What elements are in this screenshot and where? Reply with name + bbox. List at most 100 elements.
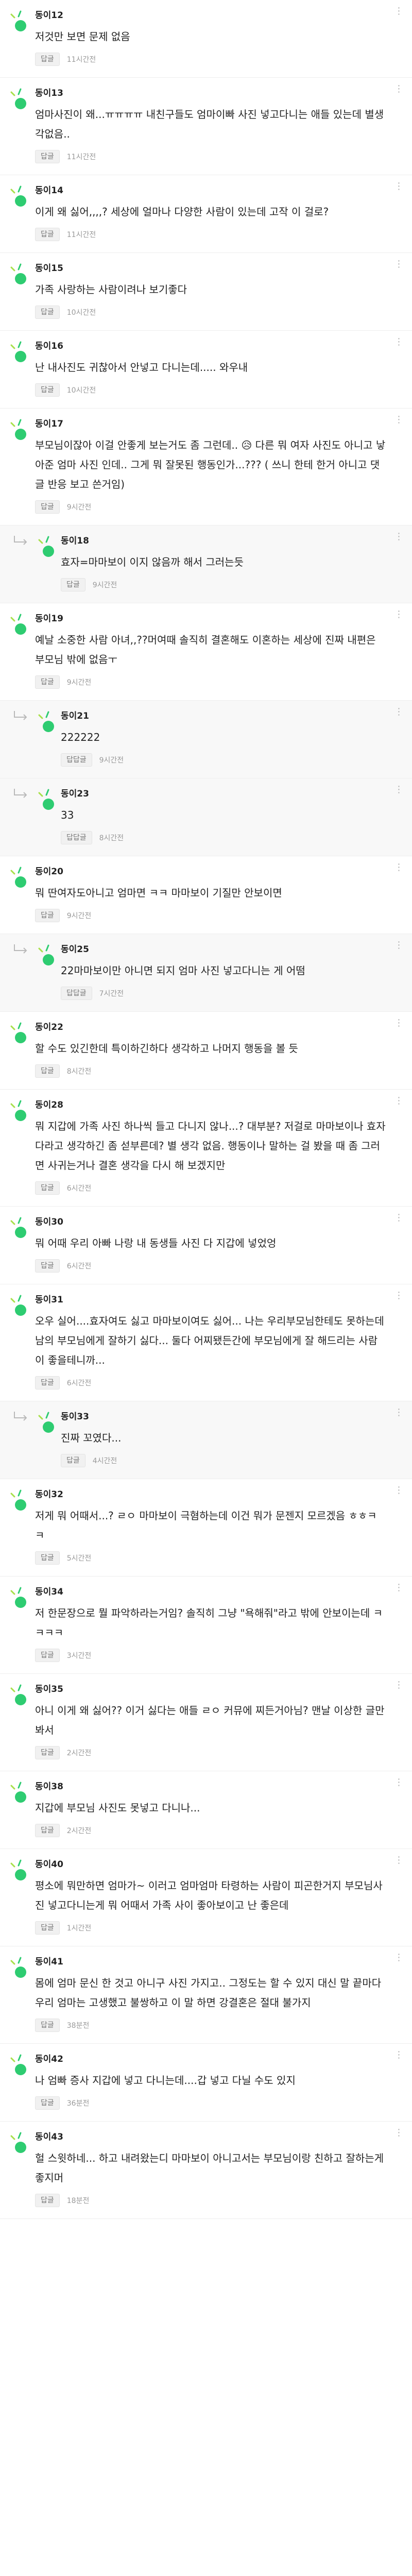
reply-comment-item: 동이23 33 답답글 8시간전 ⋮ (0, 778, 412, 856)
more-dots-icon[interactable]: ⋮ (392, 1095, 405, 1107)
more-dots-icon[interactable]: ⋮ (392, 1290, 405, 1302)
comment-meta: 답글 10시간전 (35, 383, 386, 397)
reply-button[interactable]: 답글 (35, 1259, 60, 1273)
comment-meta: 답글 36분전 (35, 2096, 386, 2110)
reply-button[interactable]: 답글 (35, 1649, 60, 1662)
comment-nickname: 동이41 (35, 1957, 63, 1967)
comment-meta: 답글 6시간전 (35, 1259, 386, 1273)
reply-button[interactable]: 답답글 (61, 753, 92, 767)
more-dots-icon[interactable]: ⋮ (392, 1406, 405, 1419)
more-dots-icon[interactable]: ⋮ (392, 706, 405, 718)
more-dots-icon[interactable]: ⋮ (392, 336, 405, 348)
comment-time: 4시간전 (92, 1457, 117, 1465)
more-dots-icon[interactable]: ⋮ (392, 180, 405, 193)
more-dots-icon[interactable]: ⋮ (392, 861, 405, 874)
reply-button[interactable]: 답글 (35, 1064, 60, 1078)
more-dots-icon[interactable]: ⋮ (392, 531, 405, 543)
reply-button[interactable]: 답글 (61, 1454, 85, 1467)
comment-meta: 답글 2시간전 (35, 1746, 386, 1759)
reply-button[interactable]: 답글 (35, 2194, 60, 2207)
comment-nickname: 동이19 (35, 614, 63, 624)
comment-text: 저게 뭐 어때서...? ㄹㅇ 마마보이 극혐하는데 이건 뭐가 문젠지 모르겠… (35, 1510, 377, 1541)
reply-button[interactable]: 답글 (35, 500, 60, 514)
comment-nickname: 동이20 (35, 867, 63, 877)
reply-button[interactable]: 답글 (35, 2096, 60, 2110)
comment-time: 6시간전 (66, 1379, 92, 1387)
comment-list: 동이12 저것만 보면 문제 없음 답글 11시간전 ⋮ 동이13 엄마사진이 왜...ㅠㅠ… (0, 0, 412, 2219)
reply-arrow-icon (12, 1411, 39, 1425)
avatar-icon (37, 536, 58, 558)
more-dots-icon[interactable]: ⋮ (392, 1017, 405, 1029)
comment-time: 6시간전 (66, 1262, 92, 1270)
comment-meta: 답답글 9시간전 (61, 753, 386, 767)
reply-button[interactable]: 답글 (35, 675, 60, 689)
comment-meta: 답답글 7시간전 (61, 987, 386, 1000)
more-dots-icon[interactable]: ⋮ (392, 1854, 405, 1867)
reply-button[interactable]: 답글 (35, 1551, 60, 1565)
reply-button[interactable]: 답글 (35, 1824, 60, 1837)
comment-time: 11시간전 (66, 153, 96, 161)
reply-button[interactable]: 답글 (35, 228, 60, 241)
comment-meta: 답글 5시간전 (35, 1551, 386, 1565)
reply-button[interactable]: 답글 (35, 1746, 60, 1759)
reply-button[interactable]: 답글 (61, 578, 85, 591)
comment-item: 동이42 나 엄빠 증사 지갑에 넣고 다니는데....갑 넣고 다닐 수도 있지… (0, 2044, 412, 2122)
comment-item: 동이22 할 수도 있긴한데 특이하긴하다 생각하고 나머지 행동을 볼 듯 답글 8… (0, 1012, 412, 1090)
more-dots-icon[interactable]: ⋮ (392, 83, 405, 95)
comment-item: 동이17 부모님이잖아 이걸 안좋게 보는거도 좀 그런데.. 😥 다른 뭐 여자… (0, 409, 412, 526)
more-dots-icon[interactable]: ⋮ (392, 258, 405, 270)
comment-text: 저 한문장으로 뭘 파악하라는거임? 솔직히 그냥 "욕해줘"라고 밖에 안보이… (35, 1607, 383, 1639)
reply-button[interactable]: 답글 (35, 306, 60, 319)
avatar-icon (9, 614, 30, 636)
avatar-icon (9, 185, 30, 208)
comment-text: 헐 스윗하네... 하고 내려왔는디 마마보이 아니고서는 부모님이랑 친하고 … (35, 2152, 384, 2184)
reply-button[interactable]: 답글 (35, 383, 60, 397)
reply-button[interactable]: 답답글 (61, 831, 92, 844)
comment-meta: 답글 3시간전 (35, 1649, 386, 1662)
more-dots-icon[interactable]: ⋮ (392, 1952, 405, 1964)
avatar-icon (9, 1100, 30, 1123)
more-dots-icon[interactable]: ⋮ (392, 2049, 405, 2061)
more-dots-icon[interactable]: ⋮ (392, 5, 405, 18)
reply-button[interactable]: 답글 (35, 909, 60, 922)
reply-button[interactable]: 답글 (35, 1376, 60, 1389)
reply-button[interactable]: 답글 (35, 1921, 60, 1935)
comment-nickname: 동이16 (35, 341, 63, 351)
more-dots-icon[interactable]: ⋮ (392, 1679, 405, 1691)
comment-text: 부모님이잖아 이걸 안좋게 보는거도 좀 그런데.. 😥 다른 뭐 여자 사진도… (35, 439, 386, 490)
more-dots-icon[interactable]: ⋮ (392, 414, 405, 426)
comment-text: 효자=마마보이 이지 않음까 해서 그러는듯 (61, 556, 244, 568)
comment-nickname: 동이13 (35, 88, 63, 98)
reply-comment-item: 동이18 효자=마마보이 이지 않음까 해서 그러는듯 답글 9시간전 ⋮ (0, 526, 412, 603)
more-dots-icon[interactable]: ⋮ (392, 1212, 405, 1224)
more-dots-icon[interactable]: ⋮ (392, 939, 405, 952)
reply-comment-item: 동이25 22마마보이만 아니면 되지 엄마 사진 넣고다니는 게 어떰 답답글 7시… (0, 934, 412, 1012)
avatar-icon (9, 1957, 30, 1979)
comment-nickname: 동이33 (61, 1412, 89, 1422)
comment-item: 동이31 오우 실어....효자여도 싫고 마마보이여도 싫어... 나는 우리부… (0, 1284, 412, 1401)
comment-text: 저것만 보면 문제 없음 (35, 30, 130, 43)
more-dots-icon[interactable]: ⋮ (392, 608, 405, 621)
comment-text: 이게 왜 싫어,,,,? 세상에 얼마나 다양한 사람이 있는데 고작 이 걸로… (35, 206, 329, 218)
comment-text: 뭐 어때 우리 아빠 나랑 내 동생들 사진 다 지갑에 넣었엉 (35, 1237, 277, 1249)
comment-meta: 답글 9시간전 (35, 909, 386, 922)
more-dots-icon[interactable]: ⋮ (392, 784, 405, 796)
avatar-icon (9, 1489, 30, 1512)
avatar-icon (9, 2132, 30, 2155)
reply-button[interactable]: 답글 (35, 2019, 60, 2032)
more-dots-icon[interactable]: ⋮ (392, 1582, 405, 1594)
comment-nickname: 동이40 (35, 1859, 63, 1870)
comment-time: 7시간전 (99, 990, 124, 998)
avatar-icon (9, 1782, 30, 1804)
comment-item: 동이38 지갑에 부모님 사진도 못넣고 다니나... 답글 2시간전 ⋮ (0, 1771, 412, 1849)
comment-nickname: 동이28 (35, 1100, 63, 1110)
reply-button[interactable]: 답글 (35, 1181, 60, 1195)
comment-nickname: 동이25 (61, 944, 89, 955)
more-dots-icon[interactable]: ⋮ (392, 1776, 405, 1789)
reply-button[interactable]: 답글 (35, 150, 60, 163)
reply-button[interactable]: 답답글 (61, 987, 92, 1000)
reply-button[interactable]: 답글 (35, 53, 60, 66)
comment-text: 몸에 엄마 문신 한 것고 아니구 사진 가지고.. 그정도는 할 수 있지 대… (35, 1977, 382, 2009)
more-dots-icon[interactable]: ⋮ (392, 2127, 405, 2139)
more-dots-icon[interactable]: ⋮ (392, 1484, 405, 1497)
